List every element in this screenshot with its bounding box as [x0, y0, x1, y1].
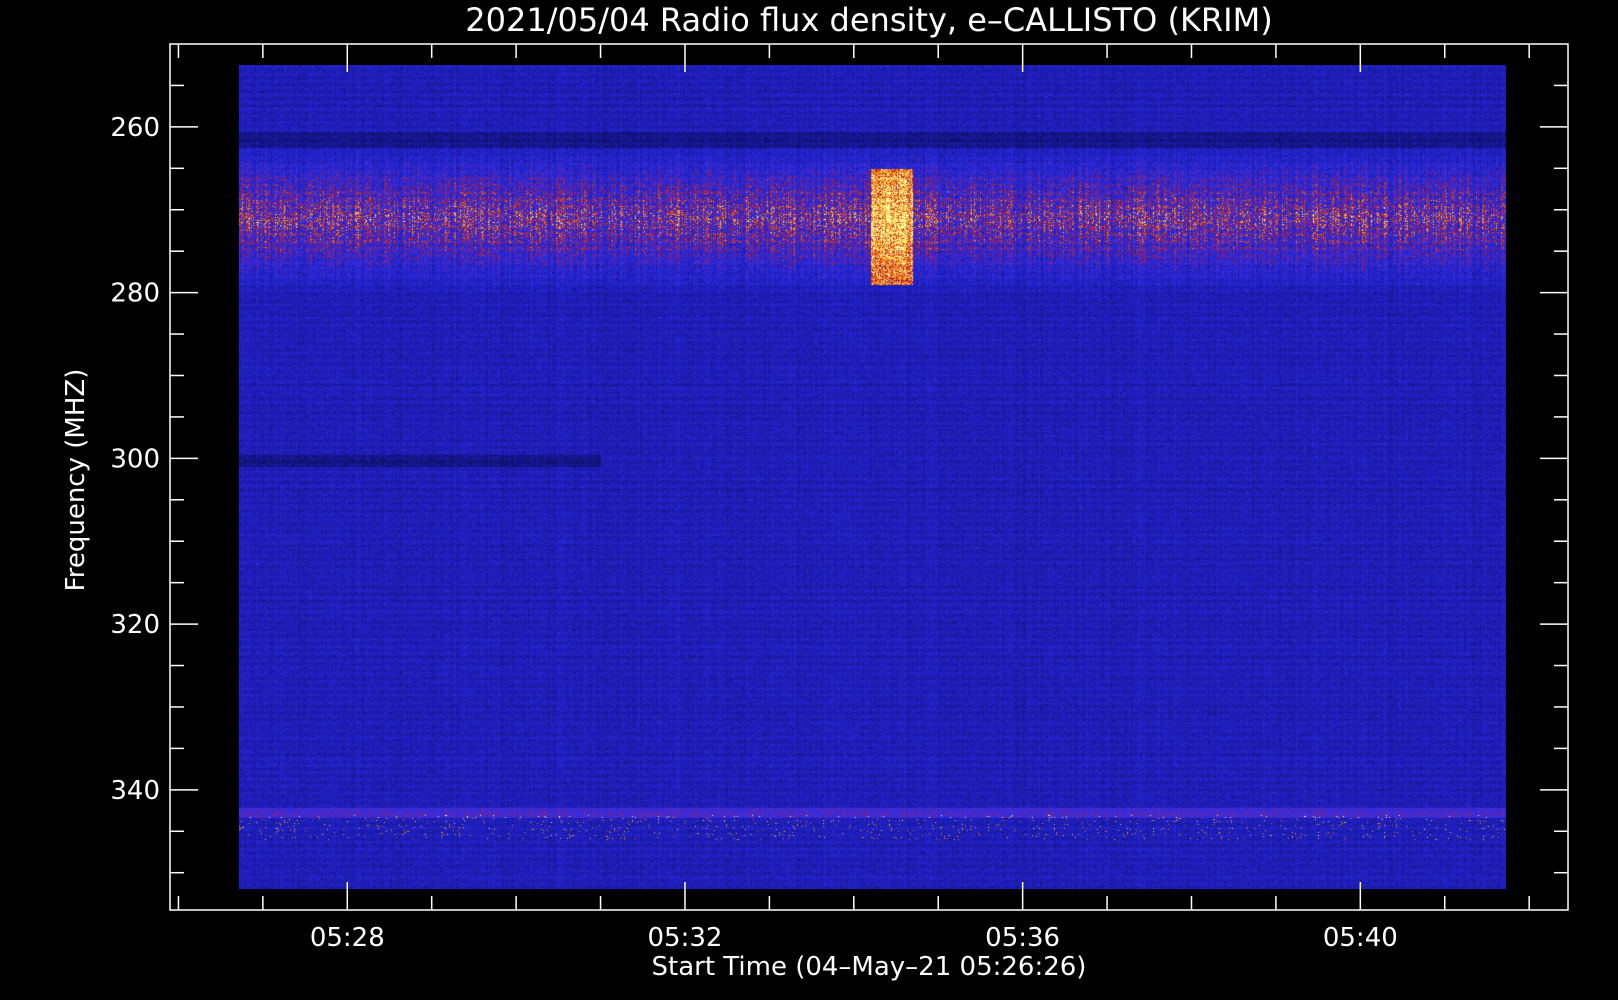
- y-tick-label: 340: [110, 776, 160, 806]
- y-tick-label: 280: [110, 279, 160, 309]
- spectrogram-chart: 05:28 05:32 05:36 05:40 260 280 300 320 340 2021…: [0, 0, 1618, 1000]
- y-tick-label: 260: [110, 113, 160, 143]
- x-tick-label: 05:36: [985, 923, 1060, 953]
- y-tick-label: 320: [110, 610, 160, 640]
- chart-title: 2021/05/04 Radio flux density, e–CALLIST…: [465, 1, 1272, 39]
- y-axis-label: Frequency (MHZ): [61, 369, 91, 592]
- spectrogram-heatmap: [239, 65, 1506, 889]
- x-tick-label: 05:40: [1323, 923, 1398, 953]
- x-tick-label: 05:32: [647, 923, 722, 953]
- x-axis-label: Start Time (04–May–21 05:26:26): [652, 952, 1087, 982]
- spectrogram-image: [239, 65, 1506, 889]
- y-tick-label: 300: [110, 444, 160, 474]
- x-tick-label: 05:28: [310, 923, 385, 953]
